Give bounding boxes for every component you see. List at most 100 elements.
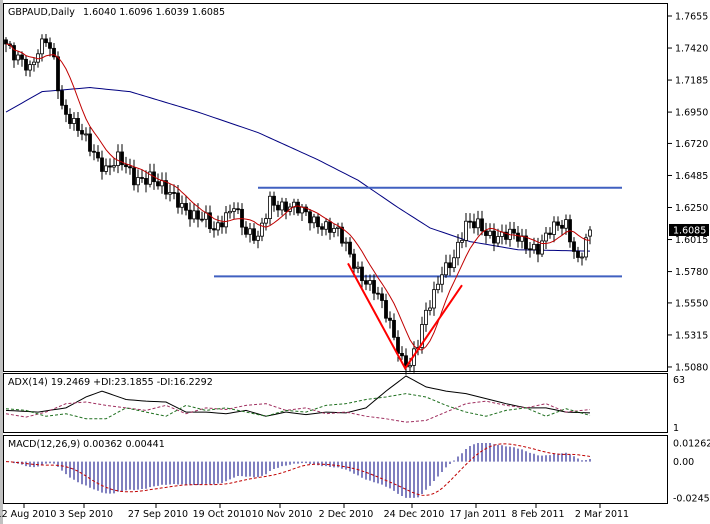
candlestick (380, 293, 384, 301)
adx-min-label: 1 (673, 423, 679, 434)
candlestick (468, 220, 472, 223)
candlestick (20, 54, 24, 60)
candlestick (184, 203, 188, 211)
candlestick (196, 210, 200, 220)
price-tick-label: 1.7185 (675, 76, 708, 87)
chart-window: 1.7655 1.7420 1.7185 1.6950 1.6720 1.6485 1.62… (0, 0, 710, 524)
candlestick (460, 240, 464, 243)
candlestick (4, 39, 8, 45)
candlestick (432, 289, 436, 309)
price-tick-label: 1.5315 (675, 330, 708, 341)
date-tick-label: 24 Dec 2010 (384, 509, 445, 520)
candlestick (92, 150, 96, 153)
candlestick (60, 90, 64, 106)
candlestick (388, 317, 392, 321)
candlestick (24, 58, 28, 71)
candlestick (464, 220, 468, 241)
candlestick (364, 280, 368, 285)
adx-max-label: 63 (673, 375, 685, 386)
window-border (0, 0, 3, 524)
candlestick (324, 221, 328, 230)
candlestick (556, 221, 560, 226)
price-tick-label: 1.7655 (675, 12, 708, 23)
candlestick (112, 165, 116, 168)
candlestick (320, 226, 324, 230)
candlestick (372, 280, 376, 294)
candlestick (428, 307, 432, 311)
candlestick (284, 201, 288, 212)
candlestick (296, 201, 300, 214)
candlestick (472, 221, 476, 229)
candlestick (368, 280, 372, 285)
candlestick (232, 208, 236, 212)
candlestick (248, 228, 252, 235)
macd-label: MACD(12,26,9) 0.00362 0.00441 (8, 439, 165, 450)
candlestick (276, 204, 280, 211)
candlestick (212, 228, 216, 231)
candlestick (408, 364, 412, 368)
candlestick (48, 42, 52, 49)
candlestick (560, 224, 564, 229)
candlestick (512, 228, 516, 234)
macd-tick-label: -0.02459 (673, 494, 710, 505)
date-tick-label: 8 Feb 2011 (511, 509, 564, 520)
candlestick (244, 226, 248, 235)
candlestick (328, 221, 332, 233)
candlestick (576, 251, 580, 258)
candlestick (544, 232, 548, 242)
candlestick (108, 165, 112, 168)
candlestick (28, 64, 32, 71)
candlestick (348, 241, 352, 255)
candlestick (104, 165, 108, 172)
candlestick (396, 336, 400, 354)
candlestick (96, 151, 100, 159)
candlestick (268, 195, 272, 219)
candlestick (116, 151, 120, 166)
candlestick (476, 218, 480, 229)
date-tick-label: 27 Sep 2010 (128, 509, 188, 520)
date-tick-label: 2 Mar 2011 (575, 509, 629, 520)
price-tick-label: 1.6485 (675, 171, 708, 182)
candlestick (360, 266, 364, 282)
candlestick (532, 243, 536, 251)
candlestick (32, 61, 36, 66)
candlestick (132, 167, 136, 186)
candlestick (580, 256, 584, 259)
candlestick (144, 178, 148, 185)
candlestick (180, 203, 184, 208)
candlestick (484, 230, 488, 236)
candlestick (480, 218, 484, 232)
candlestick (200, 218, 204, 221)
candlestick (452, 257, 456, 269)
candlestick (392, 319, 396, 338)
candlestick (548, 232, 552, 235)
macd-tick-label: 0.01262 (673, 439, 710, 450)
candlestick (44, 38, 48, 44)
candlestick (220, 222, 224, 228)
candlestick (384, 300, 388, 319)
candlestick (236, 208, 240, 211)
candlestick (376, 292, 380, 295)
candlestick (64, 104, 68, 115)
date-tick-label: 10 Nov 2010 (252, 509, 313, 520)
current-price-label: 1.6085 (673, 225, 706, 236)
candlestick (588, 229, 592, 237)
candlestick (228, 210, 232, 214)
candlestick (356, 266, 360, 269)
candlestick (264, 218, 268, 224)
candlestick (488, 230, 492, 236)
candlestick (16, 54, 20, 61)
candlestick (440, 274, 444, 285)
candlestick (280, 201, 284, 211)
candlestick (448, 262, 452, 269)
candlestick (128, 166, 132, 169)
date-tick-label: 2 Dec 2010 (319, 509, 374, 520)
price-tick-label: 1.6250 (675, 203, 708, 214)
candlestick (516, 232, 520, 242)
date-tick-label: 19 Oct 2010 (193, 509, 252, 520)
candlestick (332, 227, 336, 233)
price-tick-label: 1.6950 (675, 108, 708, 119)
candlestick (72, 118, 76, 124)
date-tick-label: 12 Aug 2010 (0, 509, 56, 520)
price-tick-label: 1.5080 (675, 362, 708, 373)
